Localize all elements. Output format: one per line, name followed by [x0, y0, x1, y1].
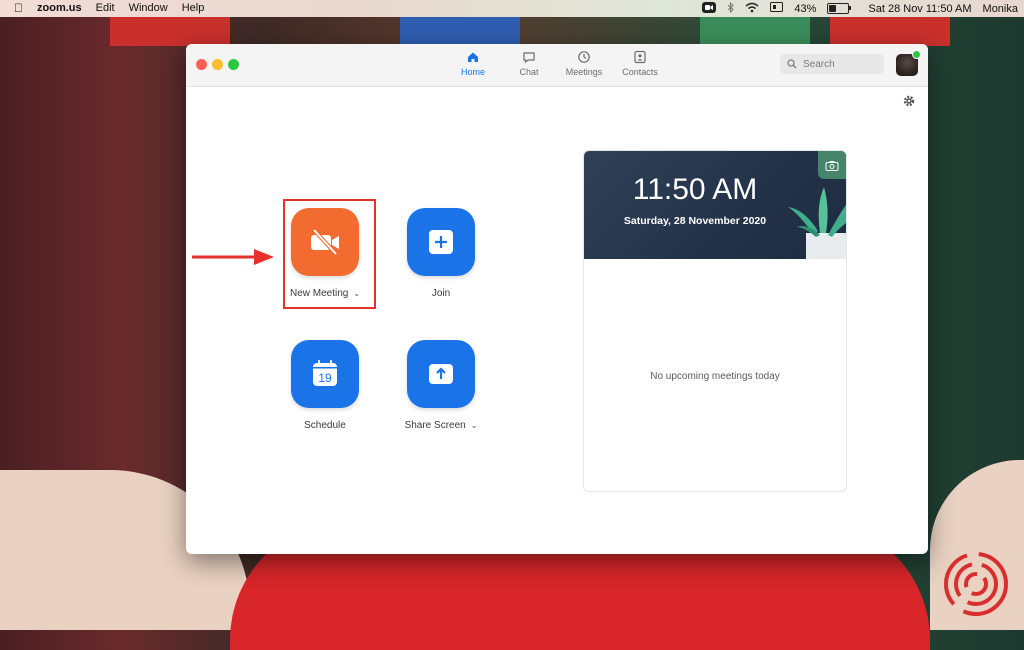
screen-mirroring-icon[interactable]	[770, 1, 784, 16]
chevron-down-icon[interactable]: ⌄	[471, 421, 478, 430]
close-window-button[interactable]	[196, 59, 207, 70]
online-status-dot	[912, 50, 921, 59]
apple-menu-icon[interactable]: 	[14, 0, 23, 17]
zoom-window: Home Chat Meetings Contacts Search New M…	[186, 44, 928, 554]
schedule-label: Schedule	[304, 420, 346, 431]
plus-icon	[429, 230, 453, 254]
wallpaper-flag	[110, 16, 230, 46]
menubar-datetime[interactable]: Sat 28 Nov 11:50 AM	[868, 3, 971, 15]
schedule-action[interactable]: 19 Schedule	[275, 340, 375, 431]
tab-home-label: Home	[460, 67, 485, 77]
search-box[interactable]	[780, 54, 884, 74]
bluetooth-icon[interactable]	[727, 1, 735, 16]
calendar-day: 19	[318, 371, 332, 385]
no-meetings-text: No upcoming meetings today	[650, 371, 780, 382]
menubar-user[interactable]: Monika	[983, 3, 1018, 15]
upcoming-meetings-card: 11:50 AM Saturday, 28 November 2020 No u…	[583, 150, 847, 492]
tab-chat-label: Chat	[519, 67, 539, 77]
plant-illustration	[788, 187, 846, 259]
schedule-button[interactable]: 19	[291, 340, 359, 408]
gear-icon[interactable]	[902, 94, 916, 108]
calendar-icon: 19	[313, 360, 337, 386]
highlight-box	[283, 199, 376, 309]
clock-header: 11:50 AM Saturday, 28 November 2020	[584, 151, 846, 259]
wallpaper-flag	[400, 16, 520, 46]
menu-help[interactable]: Help	[182, 0, 205, 17]
zoom-status-icon[interactable]	[702, 1, 717, 16]
red-arrow-annotation	[192, 249, 274, 265]
tab-chat[interactable]: Chat	[499, 50, 559, 77]
battery-icon[interactable]	[827, 3, 852, 14]
share-screen-action[interactable]: Share Screen ⌄	[391, 340, 491, 431]
share-screen-label: Share Screen	[404, 420, 466, 431]
search-input[interactable]	[801, 57, 881, 71]
menu-edit[interactable]: Edit	[96, 0, 115, 17]
tab-home[interactable]: Home	[443, 50, 503, 77]
camera-icon	[825, 160, 839, 171]
maximize-window-button[interactable]	[228, 59, 239, 70]
join-button[interactable]	[407, 208, 475, 276]
menu-window[interactable]: Window	[129, 0, 168, 17]
change-background-button[interactable]	[818, 151, 846, 179]
contacts-icon	[634, 50, 646, 64]
tab-contacts[interactable]: Contacts	[610, 50, 670, 77]
tab-contacts-label: Contacts	[622, 67, 658, 77]
menu-bar:  zoom.us Edit Window Help 43% Sat 28 No…	[0, 0, 1024, 17]
tab-meetings[interactable]: Meetings	[554, 50, 614, 77]
wifi-icon[interactable]	[745, 2, 759, 16]
join-action[interactable]: Join	[391, 208, 491, 299]
watermark-logo	[944, 552, 1008, 616]
chat-icon	[523, 52, 535, 64]
wallpaper-flag	[700, 16, 810, 46]
search-icon	[787, 59, 797, 69]
share-up-arrow-icon	[429, 364, 453, 384]
tab-meetings-label: Meetings	[565, 67, 603, 77]
minimize-window-button[interactable]	[212, 59, 223, 70]
home-icon	[468, 52, 478, 62]
share-screen-button[interactable]	[407, 340, 475, 408]
app-menu[interactable]: zoom.us	[37, 0, 82, 17]
title-bar: Home Chat Meetings Contacts	[186, 44, 928, 87]
join-label: Join	[431, 288, 451, 299]
clock-icon	[578, 51, 590, 63]
wallpaper-flag	[830, 16, 950, 46]
battery-percentage: 43%	[794, 2, 817, 15]
